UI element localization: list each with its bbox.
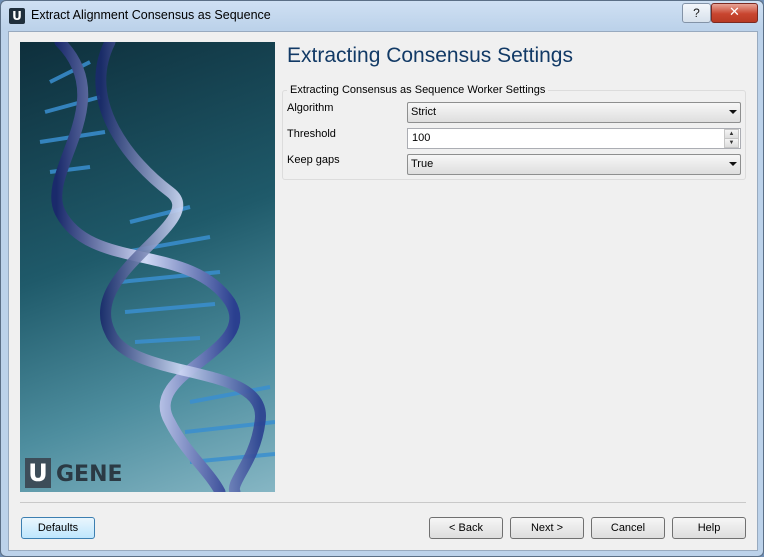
algorithm-value: Strict	[411, 106, 437, 118]
dropdown-arrow-icon	[729, 162, 737, 166]
keep-gaps-value: True	[411, 158, 434, 170]
back-button[interactable]: < Back	[429, 517, 503, 539]
ugene-logo-text: GENE	[56, 462, 123, 487]
threshold-value: 100	[412, 132, 431, 144]
help-icon[interactable]: ?	[682, 3, 711, 23]
keep-gaps-label: Keep gaps	[287, 154, 340, 166]
group-title: Extracting Consensus as Sequence Worker …	[287, 84, 549, 96]
app-icon: U	[9, 8, 25, 24]
cancel-button[interactable]: Cancel	[591, 517, 665, 539]
help-button[interactable]: Help	[672, 517, 746, 539]
dialog-client-area: U GENE Extracting Consensus Settings Ext…	[8, 31, 758, 551]
close-icon[interactable]: ✕	[711, 3, 758, 23]
keep-gaps-select[interactable]: True	[407, 154, 741, 175]
dna-helix-graphic	[39, 42, 275, 492]
dna-helix-image: U GENE	[20, 42, 275, 492]
threshold-label: Threshold	[287, 128, 336, 140]
spin-down-icon[interactable]: ▼	[724, 138, 739, 148]
dialog-window: U Extract Alignment Consensus as Sequenc…	[0, 0, 764, 557]
title-bar[interactable]: U Extract Alignment Consensus as Sequenc…	[1, 1, 763, 31]
footer-divider	[20, 502, 746, 503]
dropdown-arrow-icon	[729, 110, 737, 114]
defaults-button[interactable]: Defaults	[21, 517, 95, 539]
algorithm-select[interactable]: Strict	[407, 102, 741, 123]
page-title: Extracting Consensus Settings	[287, 44, 573, 67]
window-title: Extract Alignment Consensus as Sequence	[31, 8, 271, 22]
algorithm-label: Algorithm	[287, 102, 334, 114]
ugene-logo: U	[25, 458, 51, 488]
next-button[interactable]: Next >	[510, 517, 584, 539]
threshold-spinbox[interactable]: 100 ▲ ▼	[407, 128, 741, 149]
